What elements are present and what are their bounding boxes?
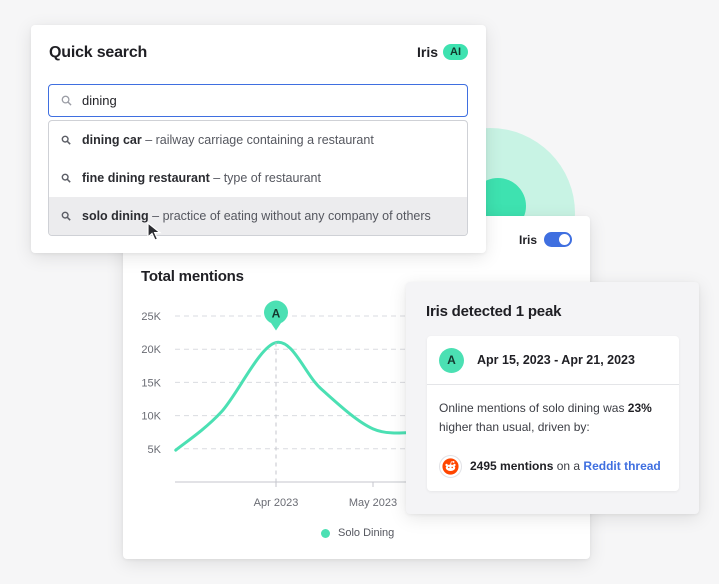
- peak-detail: A Apr 15, 2023 - Apr 21, 2023 Online men…: [427, 336, 679, 491]
- suggestion-item[interactable]: dining car – railway carriage containing…: [49, 121, 467, 159]
- legend-swatch: [321, 528, 330, 538]
- iris-toggle[interactable]: [544, 232, 572, 247]
- peak-percentage: 23%: [627, 401, 652, 415]
- chart-title: Total mentions: [141, 268, 244, 285]
- ai-badge: AI: [443, 44, 468, 60]
- y-tick-label: 15K: [141, 377, 161, 389]
- suggestion-desc: – type of restaurant: [213, 171, 321, 185]
- suggestion-item[interactable]: fine dining restaurant – type of restaur…: [49, 159, 467, 197]
- y-tick-label: 25K: [141, 311, 161, 323]
- peak-text-before: Online mentions of solo dining was: [439, 401, 628, 415]
- source-row: 2495 mentions on a Reddit thread: [439, 455, 667, 478]
- peak-badge: A: [439, 347, 464, 373]
- mention-count: 2495 mentions: [470, 459, 554, 473]
- search-box[interactable]: [48, 84, 468, 117]
- mouse-pointer-icon: [147, 222, 162, 241]
- x-tick-label: Apr 2023: [254, 497, 299, 509]
- iris-toggle-row: Iris: [519, 232, 572, 247]
- peak-title: Iris detected 1 peak: [426, 303, 562, 320]
- reddit-thread-link[interactable]: Reddit thread: [583, 459, 660, 473]
- peak-text-after: higher than usual, driven by:: [439, 420, 590, 434]
- series-line-solo-dining: [174, 341, 420, 452]
- iris-label: Iris: [518, 232, 537, 247]
- iris-ai-tag: Iris AI: [417, 44, 468, 60]
- reddit-icon: [439, 455, 462, 478]
- suggestion-term: dining car: [82, 133, 142, 147]
- peak-card: Iris detected 1 peak A Apr 15, 2023 - Ap…: [406, 282, 699, 514]
- search-icon: [61, 95, 72, 106]
- search-input[interactable]: [82, 93, 442, 108]
- y-tick-label: 20K: [141, 344, 161, 356]
- iris-label: Iris: [416, 44, 438, 60]
- chart-legend: Solo Dining: [321, 527, 394, 539]
- quick-search-card: Quick search Iris AI dining car – railwa…: [31, 25, 486, 253]
- legend-label: Solo Dining: [338, 527, 395, 539]
- mention-mid: on a: [553, 459, 584, 473]
- suggestion-term: solo dining: [82, 209, 149, 223]
- search-icon: [61, 173, 71, 183]
- quick-search-title: Quick search: [49, 44, 148, 61]
- suggestion-term: fine dining restaurant: [82, 171, 210, 185]
- suggestion-item-active[interactable]: solo dining – practice of eating without…: [49, 197, 467, 235]
- peak-header: A Apr 15, 2023 - Apr 21, 2023: [427, 336, 679, 385]
- search-icon: [61, 211, 71, 221]
- suggestion-list: dining car – railway carriage containing…: [48, 120, 468, 236]
- peak-date-range: Apr 15, 2023 - Apr 21, 2023: [477, 353, 635, 367]
- y-tick-label: 5K: [148, 444, 162, 456]
- y-tick-label: 10K: [141, 411, 161, 423]
- peak-description: Online mentions of solo dining was 23% h…: [427, 385, 679, 478]
- suggestion-desc: – practice of eating without any company…: [152, 209, 431, 223]
- search-icon: [61, 135, 71, 145]
- x-tick-label: May 2023: [349, 497, 397, 509]
- suggestion-desc: – railway carriage containing a restaura…: [145, 133, 374, 147]
- peak-marker-label: A: [272, 307, 281, 321]
